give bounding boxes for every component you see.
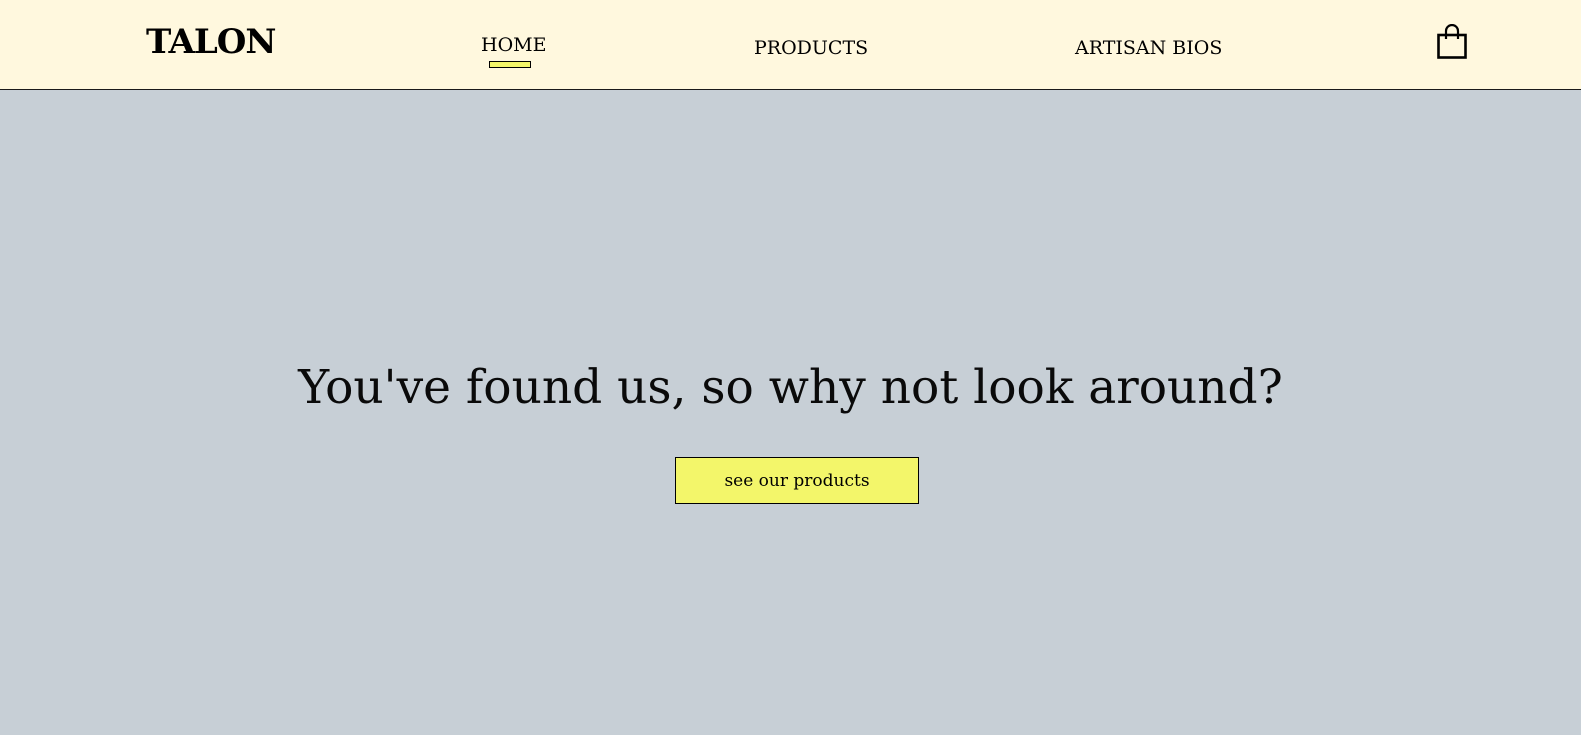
see-products-button[interactable]: see our products (675, 457, 919, 504)
nav-home[interactable]: HOME (481, 33, 546, 57)
nav-artisan-bios[interactable]: ARTISAN BIOS (1075, 36, 1222, 60)
nav-products[interactable]: PRODUCTS (754, 36, 868, 60)
site-logo[interactable]: TALON (146, 22, 276, 62)
active-nav-indicator (489, 61, 531, 68)
site-header: TALON HOME PRODUCTS ARTISAN BIOS (0, 0, 1581, 90)
hero-headline: You've found us, so why not look around? (298, 360, 1283, 415)
shopping-bag-icon[interactable] (1436, 23, 1468, 60)
